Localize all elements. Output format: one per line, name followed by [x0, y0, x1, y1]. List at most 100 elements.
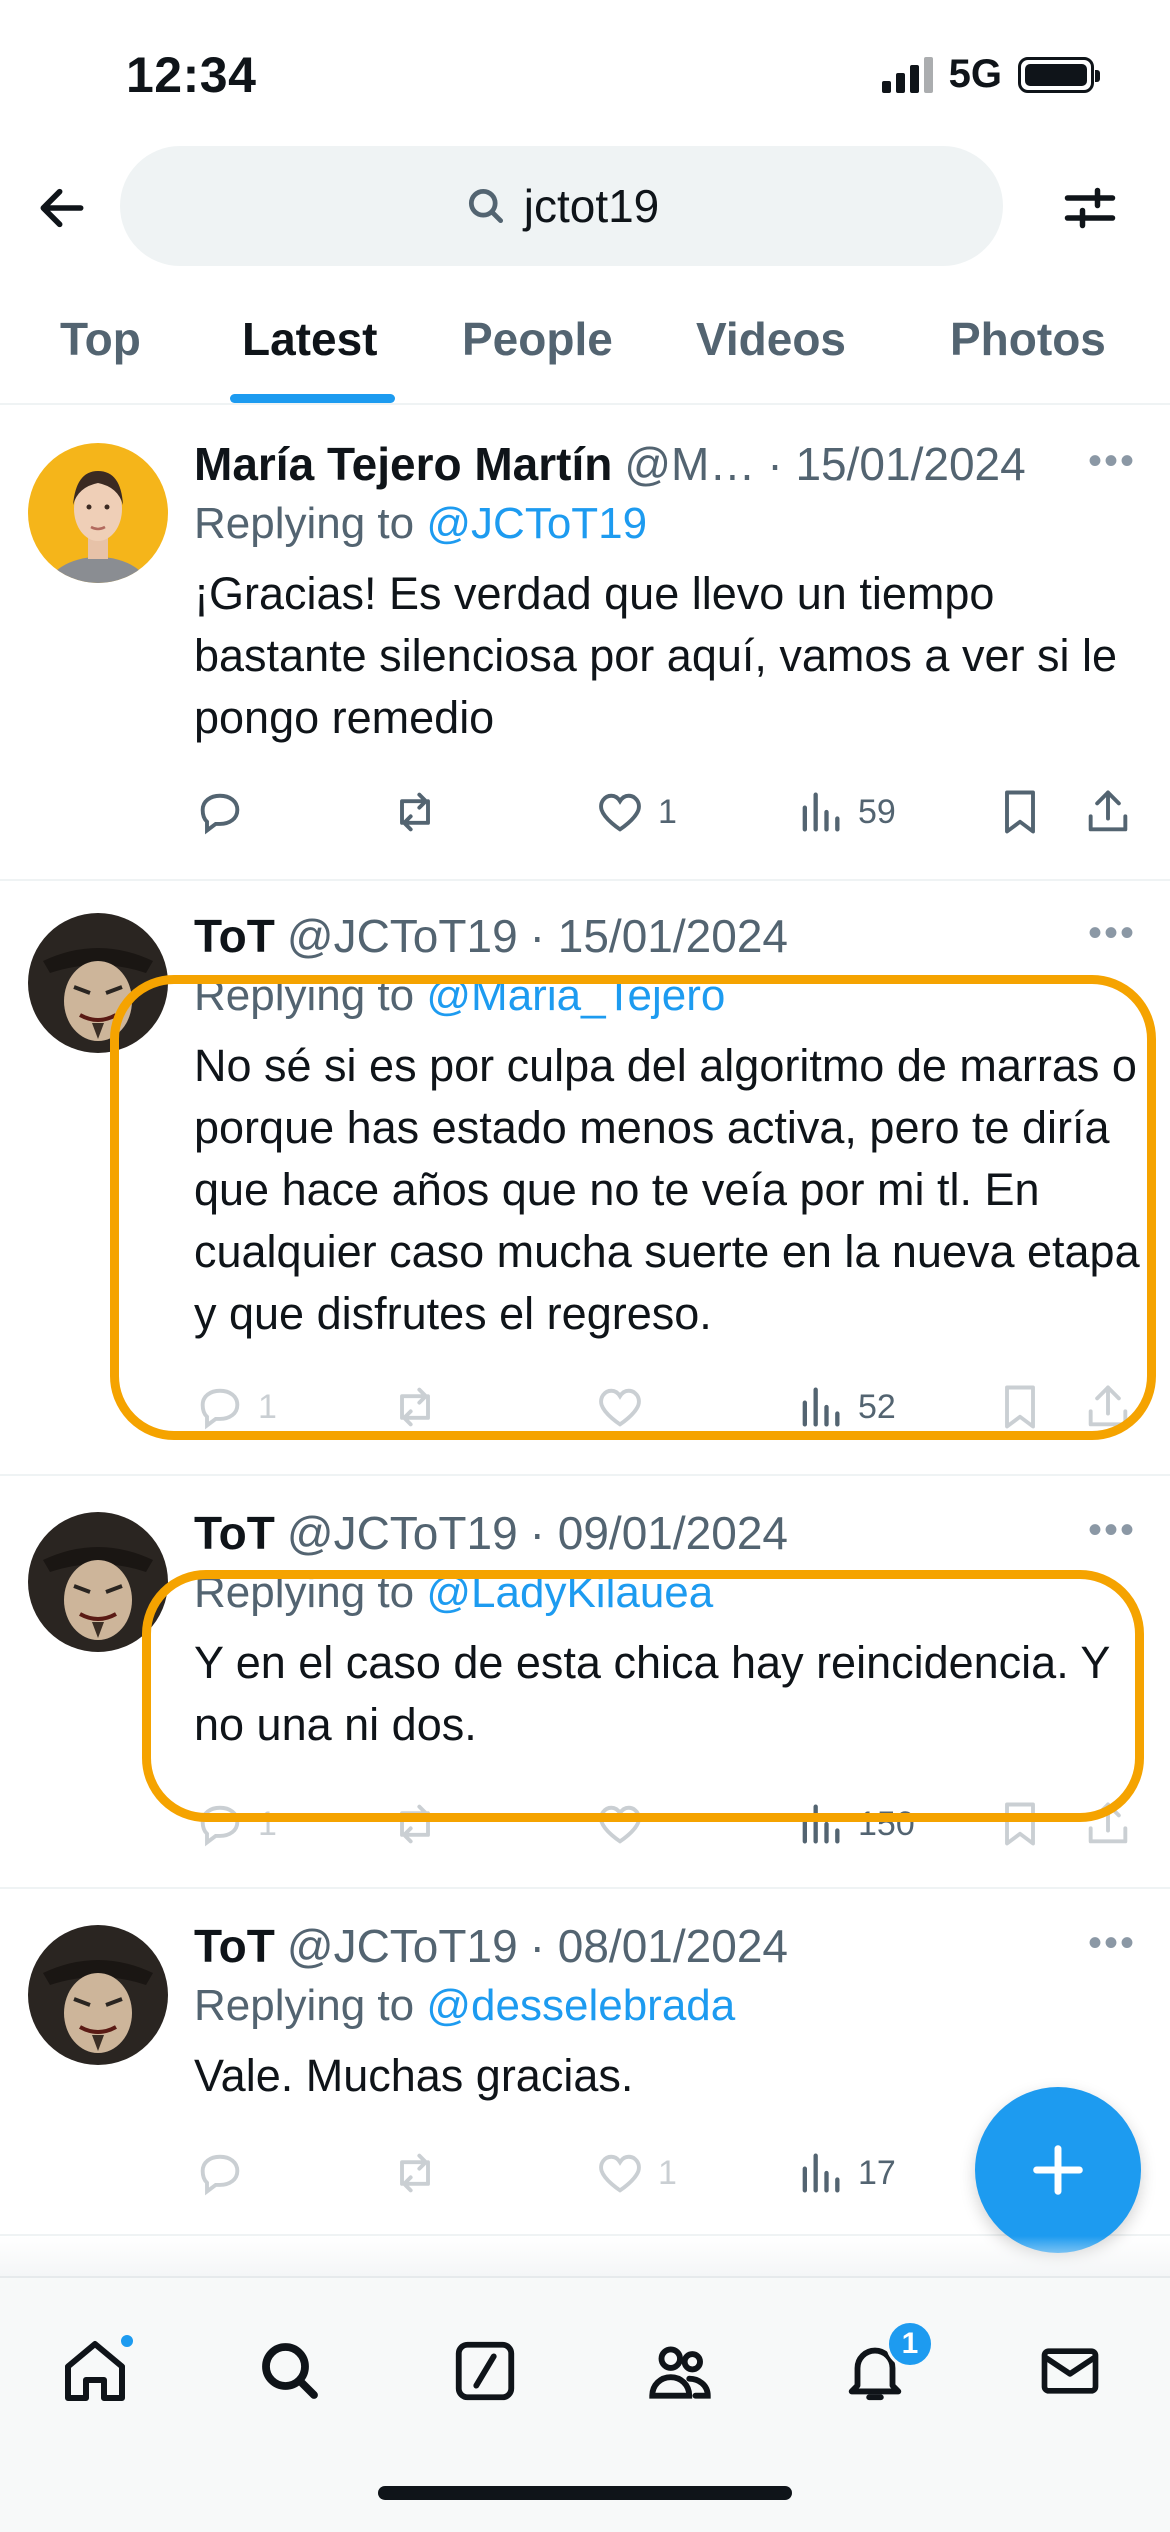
tweet-date: · 09/01/2024 — [529, 1507, 788, 1559]
tweet-text: Vale. Muchas gracias. — [194, 2050, 634, 2101]
share-icon — [1088, 1385, 1128, 1427]
nav-messages[interactable] — [1025, 2326, 1115, 2416]
views-count: 52 — [858, 1387, 896, 1426]
reply-label: Replying to — [194, 971, 415, 1020]
tweet[interactable]: María Tejero Martín @M… · 15/01/2024 Rep… — [0, 407, 1170, 881]
avatar[interactable] — [28, 1925, 168, 2065]
avatar[interactable] — [28, 913, 168, 1053]
reply-button[interactable] — [194, 2147, 246, 2199]
tweet-header: María Tejero Martín @M… · 15/01/2024 — [194, 437, 1140, 491]
views-icon — [802, 792, 840, 832]
tab-photos[interactable]: Photos — [950, 312, 1106, 366]
reply-handle-link[interactable]: @JCToT19 — [426, 499, 647, 548]
tab-people[interactable]: People — [462, 312, 613, 366]
repost-button[interactable] — [389, 1798, 441, 1850]
nav-search[interactable] — [245, 2326, 335, 2416]
bookmark-button[interactable] — [994, 786, 1046, 838]
search-input[interactable]: jctot19 — [120, 146, 1003, 266]
avatar[interactable] — [28, 443, 168, 583]
active-tab-indicator — [230, 394, 395, 403]
tweet-date: · 15/01/2024 — [767, 438, 1026, 490]
author-name[interactable]: ToT — [194, 1919, 275, 1973]
views-button[interactable]: 150 — [794, 1798, 915, 1850]
author-name[interactable]: María Tejero Martín — [194, 437, 612, 491]
tweet-text: No sé si es por culpa del algoritmo de m… — [194, 1040, 1140, 1339]
bookmark-icon — [1005, 1385, 1035, 1429]
repost-icon — [400, 792, 430, 832]
communities-icon — [649, 2346, 711, 2399]
avatar[interactable] — [28, 1512, 168, 1652]
author-handle[interactable]: @JCToT19 — [287, 1506, 518, 1560]
search-icon — [468, 188, 503, 224]
tweet-text: Y en el caso de esta chica hay reinciden… — [194, 1637, 1110, 1750]
reply-button[interactable]: 1 — [194, 1381, 277, 1433]
share-icon — [1088, 790, 1128, 832]
more-options-icon[interactable]: ••• — [1088, 1508, 1136, 1553]
reply-count: 1 — [258, 1387, 277, 1426]
reply-button[interactable]: 1 — [194, 1798, 277, 1850]
like-button[interactable]: 1 — [594, 786, 677, 838]
more-options-icon[interactable]: ••• — [1088, 1921, 1136, 1966]
reply-icon — [200, 1388, 240, 1430]
tweet[interactable]: ToT @JCToT19 · 15/01/2024 Replying to @M… — [0, 881, 1170, 1476]
back-button[interactable] — [30, 176, 94, 240]
reply-handle-link[interactable]: @LadyKilauea — [426, 1568, 713, 1617]
reply-handle-link[interactable]: @Maria_Tejero — [426, 971, 725, 1020]
reply-context: Replying to @JCToT19 — [194, 499, 1140, 549]
nav-home[interactable] — [50, 2326, 140, 2416]
status-time: 12:34 — [126, 47, 257, 103]
like-button[interactable] — [594, 1798, 646, 1850]
views-button[interactable]: 59 — [794, 786, 896, 838]
messages-icon — [1041, 2348, 1099, 2394]
repost-button[interactable] — [389, 2147, 441, 2199]
repost-icon — [400, 1804, 430, 1844]
views-button[interactable]: 17 — [794, 2147, 896, 2199]
tweet-actions: 1 52 — [194, 1377, 1140, 1437]
repost-icon — [400, 2153, 430, 2193]
search-query: jctot19 — [523, 180, 660, 232]
author-handle[interactable]: @JCToT19 — [287, 909, 518, 963]
tweet-date: · 15/01/2024 — [529, 910, 788, 962]
signal-icon — [881, 56, 933, 93]
tab-videos[interactable]: Videos — [696, 312, 846, 366]
sliders-icon — [1064, 187, 1116, 229]
author-name[interactable]: ToT — [194, 909, 275, 963]
reply-context: Replying to @LadyKilauea — [194, 1568, 1140, 1618]
share-button[interactable] — [1082, 1798, 1134, 1850]
reply-label: Replying to — [194, 499, 415, 548]
tweet-actions: 1 150 — [194, 1794, 1140, 1854]
share-button[interactable] — [1082, 1381, 1134, 1433]
views-button[interactable]: 52 — [794, 1381, 896, 1433]
nav-notifications[interactable]: 1 — [830, 2320, 934, 2416]
nav-communities[interactable] — [635, 2326, 725, 2416]
more-options-icon[interactable]: ••• — [1088, 911, 1136, 956]
views-icon — [802, 1804, 840, 1844]
author-name[interactable]: ToT — [194, 1506, 275, 1560]
share-button[interactable] — [1082, 786, 1134, 838]
network-label: 5G — [948, 52, 1002, 96]
tab-latest[interactable]: Latest — [242, 312, 377, 366]
more-options-icon[interactable]: ••• — [1088, 439, 1136, 484]
like-button[interactable] — [594, 1381, 646, 1433]
author-handle[interactable]: @M… — [624, 437, 755, 491]
status-indicators: 5G — [881, 52, 1100, 97]
search-settings-button[interactable] — [1058, 176, 1122, 240]
reply-count: 1 — [258, 1804, 277, 1843]
status-bar: 12:34 5G — [0, 0, 1170, 140]
compose-button[interactable] — [975, 2087, 1141, 2253]
reply-handle-link[interactable]: @desselebrada — [426, 1981, 735, 2030]
notification-badge: 1 — [886, 2320, 934, 2368]
repost-button[interactable] — [389, 786, 453, 838]
nav-grok[interactable] — [440, 2326, 530, 2416]
repost-icon — [400, 1387, 430, 1427]
bookmark-button[interactable] — [994, 1381, 1046, 1433]
repost-button[interactable] — [389, 1381, 441, 1433]
bookmark-button[interactable] — [994, 1798, 1046, 1850]
reply-button[interactable] — [194, 786, 258, 838]
tweet[interactable]: ToT @JCToT19 · 09/01/2024 Replying to @L… — [0, 1476, 1170, 1889]
tab-top[interactable]: Top — [60, 312, 141, 366]
like-button[interactable]: 1 — [594, 2147, 677, 2199]
tweet-text: ¡Gracias! Es verdad que llevo un tiempo … — [194, 568, 1117, 743]
author-handle[interactable]: @JCToT19 — [287, 1919, 518, 1973]
tweet-actions: 1 59 — [194, 782, 1140, 842]
